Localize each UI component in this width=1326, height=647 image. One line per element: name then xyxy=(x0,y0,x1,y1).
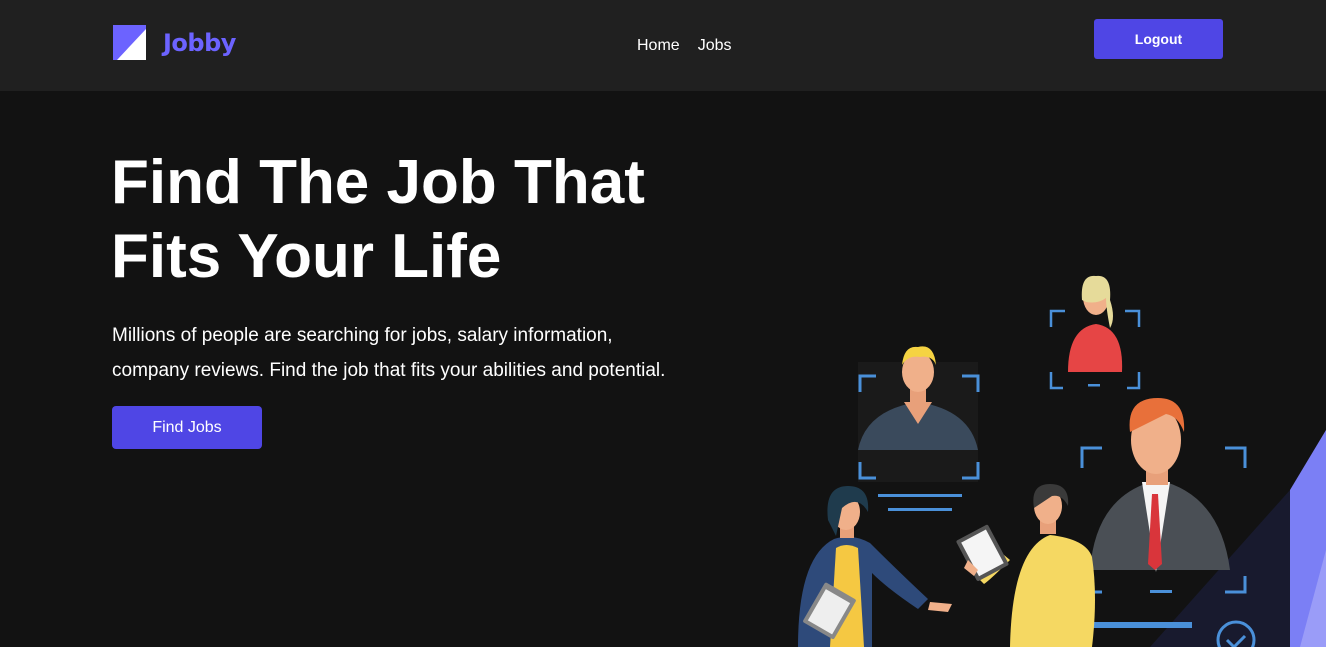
nav-link-home[interactable]: Home xyxy=(637,37,680,55)
find-jobs-button[interactable]: Find Jobs xyxy=(112,406,262,449)
navbar: Jobby Home Jobs Logout xyxy=(0,0,1326,91)
hero-description-line: Millions of people are searching for job… xyxy=(112,325,613,346)
candidate-card-woman-icon xyxy=(1049,275,1141,390)
hero-title-line: Fits Your Life xyxy=(111,222,502,291)
nav-link-jobs[interactable]: Jobs xyxy=(698,37,732,55)
hero-title-line: Find The Job That xyxy=(111,148,645,217)
hero-description: Millions of people are searching for job… xyxy=(112,318,752,388)
logo-text: Jobby xyxy=(163,28,236,57)
hero-illustration xyxy=(798,275,1326,647)
logo[interactable]: Jobby xyxy=(113,25,236,60)
candidate-card-icon xyxy=(858,346,980,511)
logo-mark-icon xyxy=(113,25,146,60)
hero-description-line: company reviews. Find the job that fits … xyxy=(112,360,666,381)
presenter-man-icon xyxy=(956,484,1095,647)
hero-title: Find The Job That Fits Your Life xyxy=(111,146,751,294)
nav-links: Home Jobs xyxy=(637,37,731,55)
logout-button[interactable]: Logout xyxy=(1094,19,1223,59)
